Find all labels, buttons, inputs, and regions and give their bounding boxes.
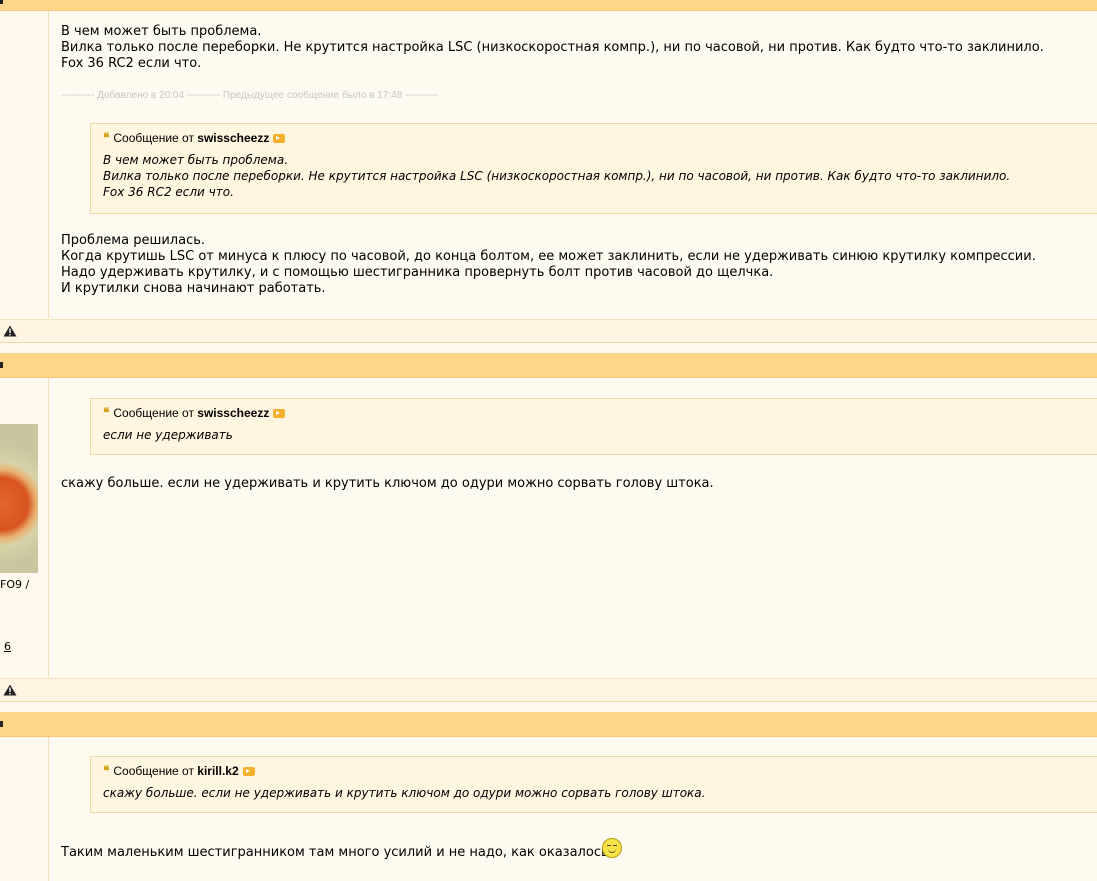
quote-line: скажу больше. если не удерживать и крути… — [103, 786, 706, 800]
quote-block: ❛❛ Сообщение от swisscheezz В чем может … — [90, 123, 1097, 214]
body-line: Проблема решилась. — [61, 233, 206, 248]
quote-block: ❛❛ Сообщение от swisscheezz если не удер… — [90, 398, 1097, 455]
warning-triangle-icon[interactable] — [3, 684, 17, 696]
body-line: Надо удерживать крутилку, и с помощью ше… — [61, 265, 774, 280]
user-info: FO9 / — [0, 578, 30, 591]
quote-line: Вилка только после переборки. Не крутитс… — [103, 169, 1011, 183]
post-footer — [0, 678, 1097, 702]
quote-marks-icon: ❛❛ — [103, 405, 110, 420]
quote-author[interactable]: swisscheezz — [197, 131, 269, 145]
user-avatar[interactable] — [0, 424, 38, 573]
reply-body: Проблема решилась. Когда крутишь LSC от … — [61, 233, 1036, 297]
body-line: Вилка только после переборки. Не крутитс… — [61, 40, 1044, 55]
body-line: Fox 36 RC2 если что. — [61, 56, 202, 71]
quote-text: если не удерживать — [103, 427, 233, 443]
quote-block: ❛❛ Сообщение от kirill.k2 скажу больше. … — [90, 756, 1097, 813]
post-header — [0, 0, 1097, 11]
quote-marks-icon: ❛❛ — [103, 130, 110, 145]
body-line: В чем может быть проблема. — [61, 24, 262, 39]
user-sidebar — [0, 11, 49, 318]
body-line: Когда крутишь LSC от минуса к плюсу по ч… — [61, 249, 1036, 264]
merge-notice: ---------- Добавлено в 20:04 ---------- … — [61, 90, 439, 101]
warning-triangle-icon[interactable] — [3, 325, 17, 337]
quote-text: скажу больше. если не удерживать и крути… — [103, 785, 705, 801]
post-body: скажу больше. если не удерживать и крути… — [61, 476, 714, 491]
user-sidebar — [0, 737, 49, 881]
post-number-fragment — [0, 362, 3, 368]
post-header — [0, 353, 1097, 378]
post-body: Таким маленьким шестигранником там много… — [61, 845, 609, 860]
quote-prefix: Сообщение от — [113, 131, 194, 145]
quote-marks-icon: ❛❛ — [103, 763, 110, 778]
quote-author[interactable]: swisscheezz — [197, 406, 269, 420]
quote-author[interactable]: kirill.k2 — [197, 764, 238, 778]
arrow-link-icon[interactable] — [242, 766, 255, 776]
quote-header: ❛❛ Сообщение от swisscheezz — [103, 130, 286, 146]
quote-line: если не удерживать — [103, 428, 233, 442]
user-link[interactable]: 6 — [4, 639, 11, 655]
post-footer — [0, 319, 1097, 343]
post-body: В чем может быть проблема. Вилка только … — [61, 24, 1044, 72]
arrow-link-icon[interactable] — [273, 133, 286, 143]
post-number-fragment — [0, 721, 3, 727]
quote-line: В чем может быть проблема. — [103, 153, 289, 167]
quote-line: Fox 36 RC2 если что. — [103, 185, 234, 199]
body-line: И крутилки снова начинают работать. — [61, 281, 326, 296]
quote-text: В чем может быть проблема. Вилка только … — [103, 152, 1010, 200]
quote-header: ❛❛ Сообщение от swisscheezz — [103, 405, 286, 421]
quote-prefix: Сообщение от — [113, 764, 194, 778]
smile-icon — [602, 838, 622, 858]
post-header — [0, 712, 1097, 737]
arrow-link-icon[interactable] — [273, 408, 286, 418]
quote-prefix: Сообщение от — [113, 406, 194, 420]
post-number-fragment — [0, 0, 3, 4]
quote-header: ❛❛ Сообщение от kirill.k2 — [103, 763, 255, 779]
